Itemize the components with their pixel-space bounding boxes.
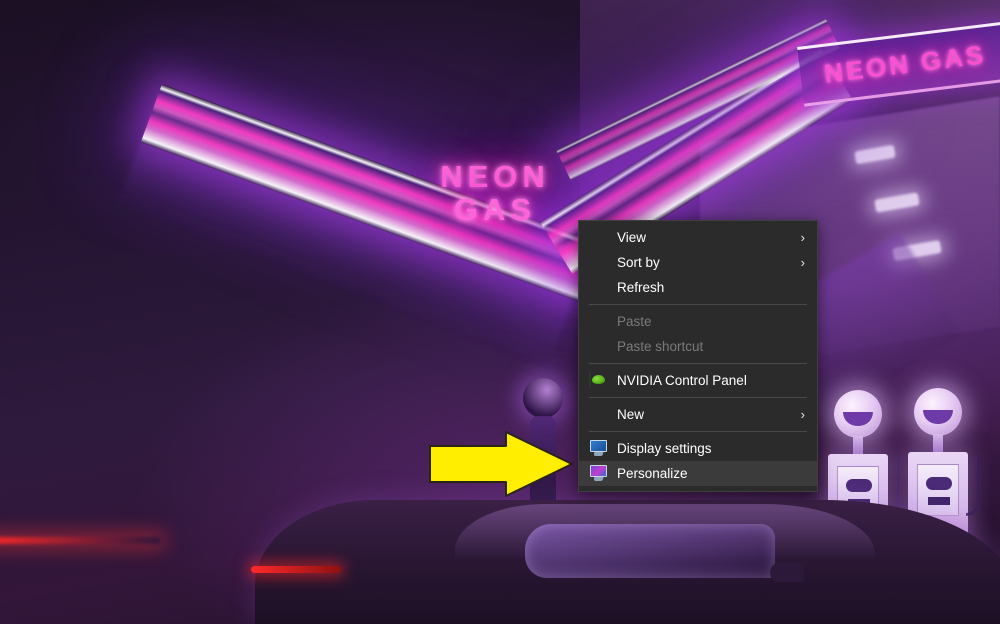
pump-neck — [853, 436, 863, 456]
chevron-right-icon: › — [800, 230, 805, 245]
attendant-head — [523, 378, 563, 418]
menu-separator — [589, 431, 807, 432]
pump-globe — [914, 388, 962, 436]
red-light-streak — [0, 537, 160, 544]
menu-item-display-settings[interactable]: Display settings — [579, 436, 817, 461]
personalize-monitor-icon — [589, 465, 609, 482]
menu-item-refresh[interactable]: Refresh — [579, 275, 817, 300]
chevron-right-icon: › — [800, 255, 805, 270]
menu-separator — [589, 304, 807, 305]
menu-separator — [589, 363, 807, 364]
neon-gas-sign: NEON GAS — [400, 160, 590, 227]
corner-sign-label: NEON GAS — [822, 38, 988, 89]
menu-item-label: Personalize — [617, 466, 688, 481]
menu-item-paste: Paste — [579, 309, 817, 334]
chevron-right-icon: › — [800, 407, 805, 422]
menu-item-label: Refresh — [617, 280, 665, 295]
menu-item-personalize[interactable]: Personalize — [579, 461, 817, 486]
menu-item-label: Paste — [617, 314, 652, 329]
yellow-right-arrow-icon — [429, 431, 573, 497]
car-taillight — [251, 566, 341, 573]
menu-item-label: Paste shortcut — [617, 339, 704, 354]
car-window — [525, 524, 775, 578]
pump-hose — [966, 454, 980, 516]
pump-globe — [834, 390, 882, 438]
annotation-arrow — [428, 430, 574, 498]
menu-item-label: NVIDIA Control Panel — [617, 373, 747, 388]
menu-separator — [589, 397, 807, 398]
display-monitor-icon — [589, 440, 609, 457]
menu-item-nvidia-control-panel[interactable]: NVIDIA Control Panel — [579, 368, 817, 393]
wallpaper-image: NEON GAS NEON GAS — [0, 0, 1000, 624]
menu-item-label: View — [617, 230, 647, 245]
pump-neck — [933, 434, 943, 454]
menu-item-view[interactable]: View › — [579, 225, 817, 250]
menu-item-label: Sort by — [617, 255, 660, 270]
desktop-screen: NEON GAS NEON GAS View › Sort by › Refre… — [0, 0, 1000, 624]
neon-sign-line1: NEON — [440, 159, 550, 194]
desktop-context-menu[interactable]: View › Sort by › Refresh Paste Paste sho… — [578, 220, 818, 492]
menu-item-label: New — [617, 407, 645, 422]
pump-display — [917, 464, 959, 516]
neon-sign-line2: GAS — [453, 192, 537, 228]
foreground-car — [251, 500, 1000, 624]
menu-item-label: Display settings — [617, 441, 712, 456]
menu-item-paste-shortcut: Paste shortcut — [579, 334, 817, 359]
car-side-mirror — [770, 562, 804, 582]
menu-item-new[interactable]: New › — [579, 402, 817, 427]
nvidia-icon — [589, 371, 609, 389]
menu-item-sort-by[interactable]: Sort by › — [579, 250, 817, 275]
